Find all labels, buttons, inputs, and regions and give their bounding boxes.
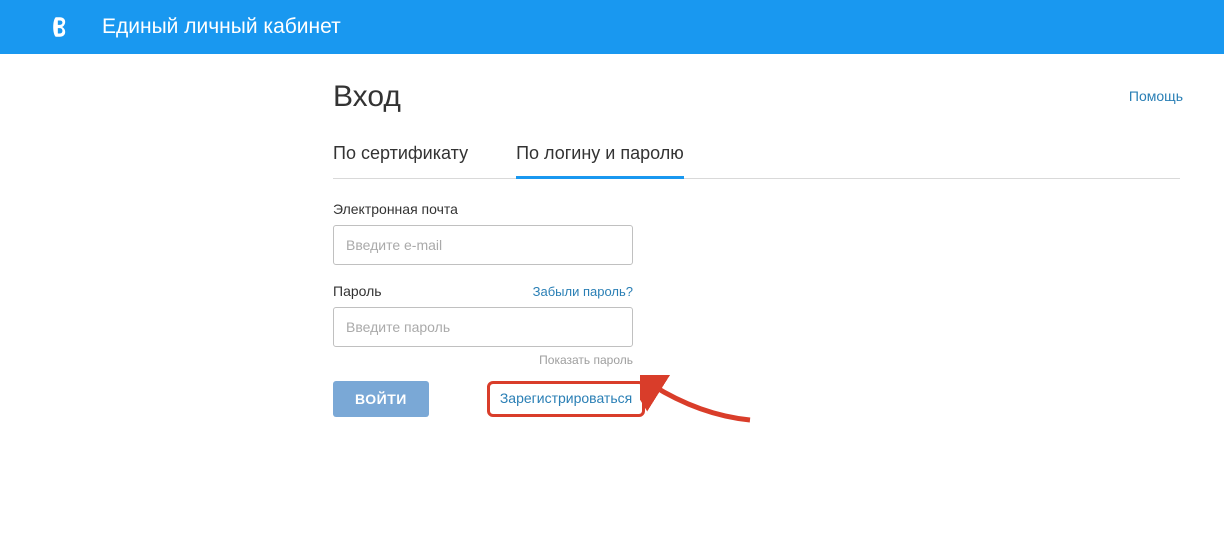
title-row: Вход Помощь bbox=[333, 80, 1183, 114]
login-button[interactable]: ВОЙТИ bbox=[333, 381, 429, 417]
action-row: ВОЙТИ Зарегистрироваться bbox=[333, 381, 633, 417]
email-field[interactable] bbox=[333, 225, 633, 265]
show-password-link[interactable]: Показать пароль bbox=[333, 353, 633, 367]
password-field[interactable] bbox=[333, 307, 633, 347]
header-title: Единый личный кабинет bbox=[102, 15, 341, 39]
app-header: Единый личный кабинет bbox=[0, 0, 1224, 54]
password-label: Пароль bbox=[333, 283, 382, 299]
password-label-row: Пароль Забыли пароль? bbox=[333, 283, 633, 299]
main-content: Вход Помощь По сертификату По логину и п… bbox=[333, 54, 1183, 417]
login-form: Электронная почта Пароль Забыли пароль? … bbox=[333, 201, 633, 417]
register-link[interactable]: Зарегистрироваться bbox=[500, 390, 632, 406]
help-link[interactable]: Помощь bbox=[1129, 88, 1183, 104]
logo-icon bbox=[46, 13, 74, 41]
page-title: Вход bbox=[333, 80, 401, 114]
tabs-bar: По сертификату По логину и паролю bbox=[333, 142, 1180, 179]
register-highlight-box: Зарегистрироваться bbox=[487, 381, 645, 417]
forgot-password-link[interactable]: Забыли пароль? bbox=[533, 284, 633, 299]
tab-certificate[interactable]: По сертификату bbox=[333, 143, 468, 179]
tab-login-password[interactable]: По логину и паролю bbox=[516, 143, 684, 179]
email-label: Электронная почта bbox=[333, 201, 633, 217]
